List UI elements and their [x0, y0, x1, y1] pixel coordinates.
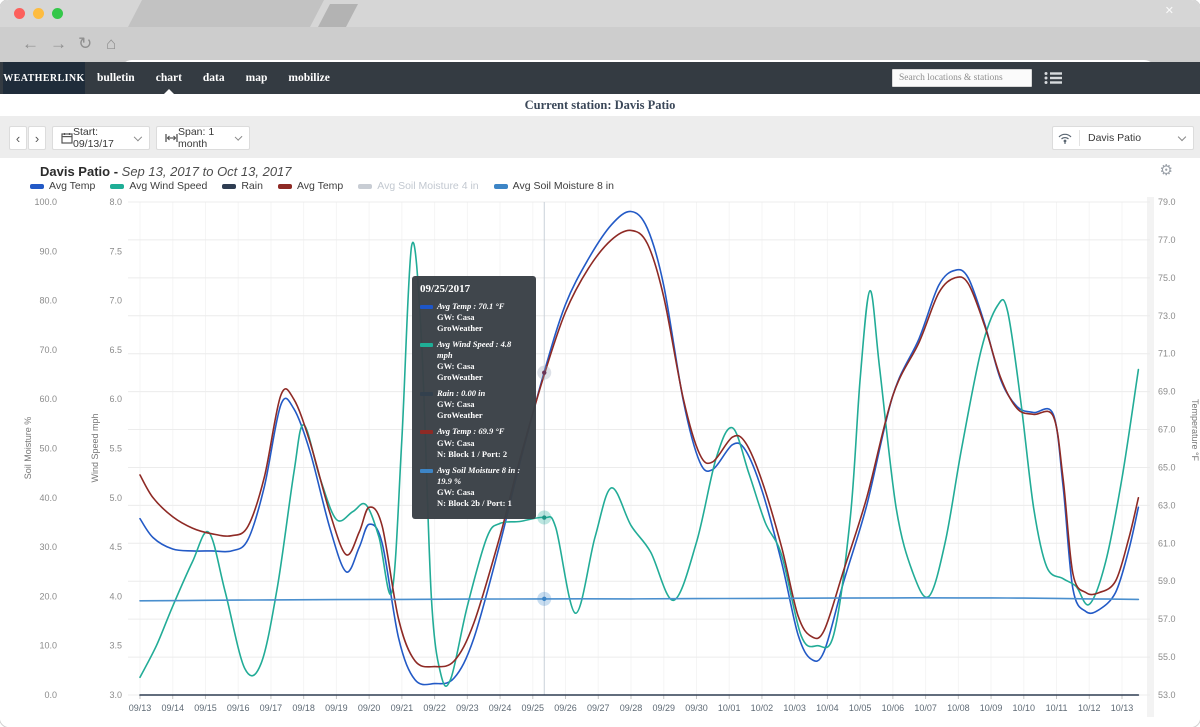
- current-station-bar: Current station: Davis Patio: [0, 94, 1200, 116]
- prev-period-button[interactable]: ‹: [9, 126, 27, 150]
- legend-swatch: [493, 183, 508, 189]
- weatherlink-logo: WEATHERLINK: [3, 62, 85, 94]
- legend-swatch: [30, 183, 44, 189]
- tooltip-entry-text: Avg Soil Moisture 8 in : 19.9 % GW: Casa N…: [437, 464, 521, 508]
- zoom-window-button[interactable]: [52, 8, 63, 19]
- nav-tab-bulletin[interactable]: bulletin: [97, 62, 135, 94]
- tooltip-entry: Avg Soil Moisture 8 in : 19.9 % GW: Casa N…: [420, 465, 528, 509]
- tooltip-entry: Avg Temp : 70.1 °F GW: Casa GroWeather: [420, 301, 528, 334]
- tooltip-entry-text: Avg Wind Speed : 4.8 mph GW: Casa GroWeath…: [437, 339, 512, 383]
- chart-card: Davis Patio - Sep 13, 2017 to Oct 13, 20…: [0, 158, 1200, 727]
- legend-swatch: [110, 183, 125, 189]
- tooltip-swatch: [420, 468, 433, 473]
- tooltip-entry: Avg Temp : 69.9 °F GW: Casa N: Block 1 / P…: [420, 426, 528, 459]
- legend-label: Avg Soil Moisture 4 in: [377, 180, 479, 192]
- legend-label: Avg Soil Moisture 8 in: [512, 180, 614, 192]
- tooltip-entry-text: Rain : 0.00 in GW: Casa GroWeather: [437, 388, 486, 421]
- browser-tab[interactable]: [128, 0, 324, 27]
- browser-tab-strip: ✕: [0, 0, 1200, 27]
- nav-tabs: bulletin chart data map mobilize: [97, 62, 330, 94]
- legend-swatch: [222, 183, 237, 189]
- station-signal-icon: [1057, 131, 1073, 145]
- next-period-button[interactable]: ›: [28, 126, 46, 150]
- legend-label: Avg Temp: [296, 180, 344, 192]
- tooltip-entry: Avg Wind Speed : 4.8 mph GW: Casa GroWeath…: [420, 339, 528, 383]
- forward-icon[interactable]: →: [50, 33, 67, 55]
- legend-item[interactable]: Rain: [222, 180, 263, 192]
- legend-label: Avg Temp: [49, 180, 96, 192]
- chevron-down-icon: [1177, 132, 1187, 141]
- tooltip-entry: Rain : 0.00 in GW: Casa GroWeather: [420, 388, 528, 421]
- chevron-down-icon: [134, 132, 143, 141]
- gear-icon[interactable]: ⚙: [1160, 161, 1173, 179]
- calendar-icon: [61, 132, 73, 144]
- station-selector-dropdown[interactable]: Davis Patio: [1052, 126, 1194, 150]
- chart-tooltip: 09/25/2017 Avg Temp : 70.1 °F GW: Casa GroW…: [412, 276, 536, 519]
- legend-item[interactable]: Avg Wind Speed: [110, 180, 207, 192]
- station-selector-label: Davis Patio: [1088, 132, 1142, 144]
- tooltip-date: 09/25/2017: [420, 283, 471, 295]
- nav-tab-data[interactable]: data: [203, 62, 225, 94]
- nav-tab-chart[interactable]: chart: [156, 62, 182, 94]
- back-icon[interactable]: ←: [22, 33, 39, 55]
- legend-label: Rain: [241, 180, 263, 192]
- span-icon: [165, 133, 178, 143]
- legend-item[interactable]: Avg Soil Moisture 8 in: [493, 180, 614, 192]
- browser-toolbar: ← → ↻ ⌂ https://www.weatherlink.com: [0, 27, 1200, 84]
- controls-band: ‹ › Start: 09/13/17 Span: 1 month Davis …: [0, 116, 1200, 158]
- chart-title-range: Sep 13, 2017 to Oct 13, 2017: [121, 164, 292, 179]
- span-label: Span: 1 month: [178, 126, 215, 150]
- start-date-label: Start: 09/13/17: [73, 126, 114, 150]
- chart-title: Davis Patio - Sep 13, 2017 to Oct 13, 20…: [40, 164, 292, 179]
- legend-item[interactable]: Avg Temp: [30, 180, 95, 192]
- span-dropdown[interactable]: Span: 1 month: [156, 126, 250, 150]
- legend-item[interactable]: Avg Temp: [277, 180, 344, 192]
- start-date-dropdown[interactable]: Start: 09/13/17: [52, 126, 150, 150]
- close-window-button[interactable]: [14, 8, 25, 19]
- station-list-icon[interactable]: [1044, 71, 1062, 85]
- chart-legend: Avg Temp Avg Wind Speed Rain Avg Temp Avg So…: [30, 180, 614, 192]
- app-nav: WEATHERLINK bulletin chart data map mobilize: [0, 62, 1200, 94]
- minimize-window-button[interactable]: [33, 8, 44, 19]
- close-tab-icon[interactable]: ✕: [1165, 6, 1174, 17]
- refresh-icon[interactable]: ↻: [78, 33, 92, 55]
- legend-label: Avg Wind Speed: [129, 180, 208, 192]
- browser-tab-inactive[interactable]: [318, 4, 358, 27]
- divider: [1079, 130, 1080, 146]
- nav-tab-mobilize[interactable]: mobilize: [288, 62, 330, 94]
- traffic-lights: [14, 8, 63, 19]
- nav-tab-map[interactable]: map: [246, 62, 268, 94]
- chart-title-station: Davis Patio -: [40, 164, 119, 179]
- current-station-label: Current station: Davis Patio: [524, 97, 676, 112]
- legend-item[interactable]: Avg Soil Moisture 4 in: [358, 180, 479, 192]
- legend-swatch: [358, 183, 373, 189]
- tooltip-swatch: [420, 430, 433, 435]
- tooltip-entry-text: Avg Temp : 69.9 °F GW: Casa N: Block 1 / P…: [437, 426, 508, 459]
- legend-swatch: [277, 183, 292, 189]
- tooltip-swatch: [420, 305, 433, 309]
- tooltip-swatch: [420, 343, 433, 348]
- tooltip-entry-text: Avg Temp : 70.1 °F GW: Casa GroWeather: [437, 301, 505, 334]
- home-icon[interactable]: ⌂: [106, 33, 116, 55]
- search-input[interactable]: [892, 69, 1032, 87]
- browser-window: ✕ ← → ↻ ⌂ https://www.weatherlink.com WE…: [0, 0, 1200, 727]
- tooltip-swatch: [420, 392, 433, 397]
